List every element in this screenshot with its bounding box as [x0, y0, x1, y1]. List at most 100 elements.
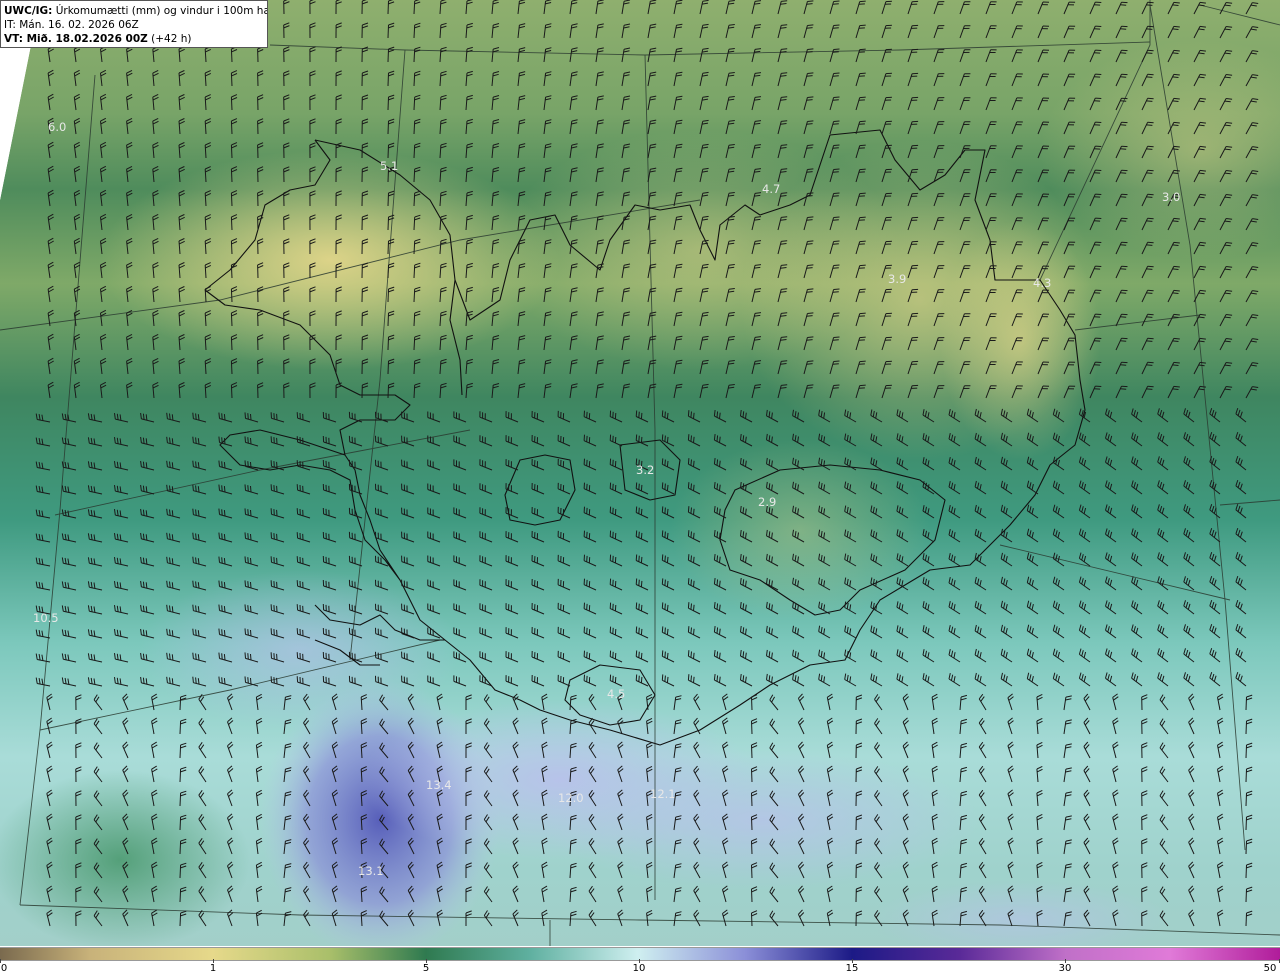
wind-barb-flag [740, 649, 742, 657]
wind-barb-flag [754, 290, 761, 293]
wind-barb-flag [638, 675, 640, 682]
wind-barb-flag [197, 462, 200, 469]
wind-barb-flag [781, 360, 788, 362]
wind-barb-flag [740, 505, 742, 513]
wind-barb-flag [221, 629, 223, 636]
wind-barb-flag [195, 581, 197, 588]
wind-barb [413, 192, 416, 207]
wind-barb-flag [716, 531, 719, 538]
wind-barb-flag [1224, 148, 1231, 151]
wind-barb-flag [166, 484, 168, 491]
wind-barb-flag [244, 484, 246, 491]
wind-barb-flag [833, 264, 840, 266]
wind-barb-flag [742, 579, 745, 586]
wind-barb-flag [171, 606, 174, 613]
wind-barb-flag [1198, 196, 1205, 199]
wind-barb [230, 96, 233, 111]
wind-barb-flag [197, 534, 200, 541]
wind-barb-flag [1146, 388, 1153, 390]
wind-barb [387, 336, 389, 351]
wind-barb-flag [781, 120, 788, 122]
wind-barb-flag [806, 219, 813, 221]
wind-barb-flag [693, 412, 695, 419]
wind-barb-flag [832, 123, 839, 125]
wind-barb-flag [807, 216, 814, 218]
wind-barb-flag [1224, 364, 1231, 367]
wind-barb-flag [244, 676, 246, 683]
wind-barb-flag [250, 581, 252, 589]
wind-barb-flag [742, 603, 745, 610]
wind-barb [230, 216, 233, 231]
wind-barb [413, 384, 416, 399]
wind-barb-flag [1199, 73, 1206, 76]
wind-barb-flag [221, 605, 223, 612]
wind-barb-flag [640, 436, 643, 443]
wind-barb-flag [754, 50, 761, 53]
wind-barb-flag [664, 459, 666, 466]
wind-barb-flag [1199, 49, 1206, 52]
wind-barb [413, 96, 416, 111]
wind-barb-flag [859, 24, 866, 27]
wind-barb-flag [250, 533, 252, 541]
wind-barb-flag [142, 533, 145, 540]
wind-barb-flag [221, 677, 223, 684]
wind-barb-flag [221, 413, 223, 420]
wind-barb-flag [754, 98, 761, 101]
wind-barb-flag [244, 436, 246, 443]
wind-barb-flag [859, 120, 866, 123]
wind-barb-flag [1172, 100, 1179, 102]
wind-barb-flag [1146, 148, 1153, 150]
wind-barb-flag [806, 339, 813, 341]
wind-barb-flag [1147, 193, 1154, 196]
wind-barb-flag [1173, 313, 1180, 316]
wind-barb-flag [638, 603, 640, 610]
wind-barb-flag [806, 195, 813, 197]
wind-barb-flag [781, 336, 788, 338]
wind-barb-flag [195, 437, 197, 444]
wind-barb-flag [1147, 169, 1154, 172]
wind-barb-flag [1172, 76, 1179, 78]
wind-barb [387, 72, 389, 87]
wind-barb-flag [244, 628, 246, 635]
wind-barb-flag [742, 675, 745, 682]
wind-barb-flag [780, 99, 787, 101]
wind-barb-flag [768, 435, 771, 442]
wind-barb [413, 240, 416, 255]
wind-barb-flag [780, 363, 787, 365]
wind-barb-flag [666, 460, 669, 467]
wind-barb-flag [1173, 337, 1180, 340]
wind-barb-flag [1147, 265, 1154, 268]
wind-barb-flag [807, 0, 814, 2]
wind-barb-flag [713, 530, 716, 537]
wind-barb-flag [664, 675, 666, 682]
wind-barb-flag [781, 216, 788, 218]
wind-barb-flag [754, 170, 761, 173]
wind-barb-flag [171, 462, 174, 469]
wind-barb-flag [780, 291, 787, 293]
wind-barb-flag [859, 96, 866, 99]
wind-barb-flag [1172, 148, 1179, 150]
wind-barb [387, 0, 389, 15]
wind-barb-flag [218, 532, 220, 539]
wind-barb-flag [223, 678, 226, 685]
wind-barb-flag [690, 483, 692, 490]
wind-barb-flag [768, 411, 771, 418]
wind-barb-flag [223, 606, 226, 613]
wind-barb-flag [635, 530, 638, 537]
wind-barb-flag [716, 435, 719, 442]
wind-barb-flag [1199, 193, 1206, 196]
wind-barb-flag [781, 48, 788, 50]
wind-barb-flag [1173, 49, 1180, 52]
wind-barb-flag [833, 240, 840, 242]
wind-barb-flag [169, 413, 171, 420]
wind-barb [387, 360, 389, 375]
wind-barb-flag [247, 653, 249, 660]
wind-barb-flag [719, 628, 721, 635]
wind-barb-flag [223, 534, 226, 541]
wind-barb-flag [1224, 4, 1231, 7]
wind-barb [179, 696, 182, 711]
wind-barb-flag [1147, 337, 1154, 340]
wind-barb-flag [1173, 289, 1180, 292]
wind-barb-flag [833, 72, 840, 74]
wind-barb-flag [664, 507, 666, 514]
